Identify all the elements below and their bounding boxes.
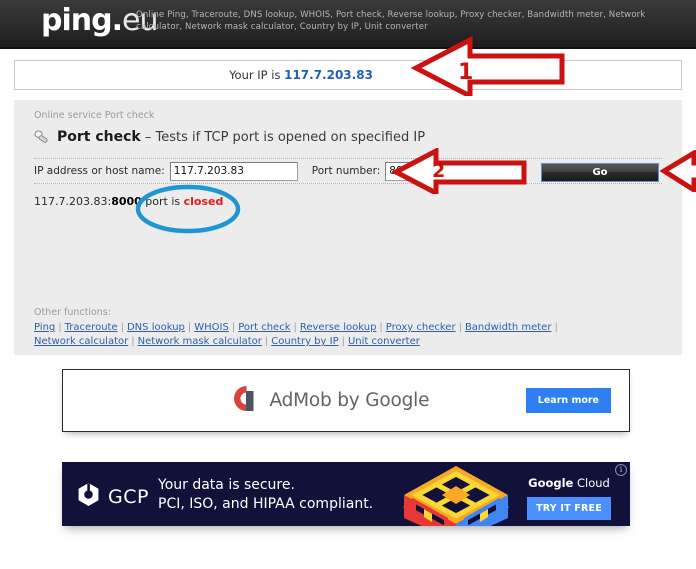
port-check-form: IP address or host name: Port number: Go [34,158,662,184]
plug-magnifier-icon [34,130,51,143]
admob-ad-text: AdMob by Google [269,390,430,411]
ad-info-icon[interactable]: i [615,464,627,476]
annotation-marker-1: 1 [458,60,474,85]
admob-brand-group: AdMob by Google [137,384,526,417]
annotation-marker-2: 2 [432,160,446,182]
go-button-wrapper: Go [541,160,659,182]
logo-word-ping: ping [41,3,113,38]
gcp-brand-text: GCP [108,485,149,508]
link-ping[interactable]: Ping [34,322,55,333]
link-port-check[interactable]: Port check [238,322,290,333]
your-ip-text: Your IP is 117.7.203.83 [229,68,373,82]
panel-breadcrumb: Online service Port check [34,110,155,121]
port-check-result: 117.7.203.83:8000 port is closed [34,195,223,208]
google-cloud-brand-strong: Google [528,476,574,490]
link-separator: | [341,336,345,347]
link-separator: | [264,336,269,347]
try-it-free-button[interactable]: TRY IT FREE [527,497,611,520]
port-input[interactable] [385,161,461,181]
link-reverse-lookup[interactable]: Reverse lookup [300,322,377,333]
gcp-cube-graphic [400,464,512,526]
link-separator: | [293,322,297,333]
link-country-by-ip[interactable]: Country by IP [271,336,338,347]
google-cloud-brand-rest: Cloud [573,476,610,490]
site-header: ping.eu Online Ping, Traceroute, DNS loo… [0,0,696,49]
gcp-ad-banner[interactable]: GCP Your data is secure. PCI, ISO, and H… [62,462,630,526]
admob-ad-inner: AdMob by Google Learn more [63,384,629,417]
your-ip-value: 117.7.203.83 [284,68,373,82]
learn-more-button[interactable]: Learn more [525,388,611,413]
link-separator: | [458,322,462,333]
other-functions: Other functions: Ping | Traceroute | DNS loo… [34,307,654,349]
admob-logo-icon [233,384,260,417]
link-separator: | [131,336,135,347]
other-functions-label: Other functions: [34,307,111,318]
link-separator: | [554,322,558,333]
link-network-mask-calculator[interactable]: Network mask calculator [138,336,262,347]
gcp-brand-group: GCP [76,482,149,511]
logo-dot: . [111,3,123,38]
link-proxy-checker[interactable]: Proxy checker [386,322,456,333]
other-functions-links: Ping | Traceroute | DNS lookup | WHOIS | Port ch… [34,321,654,349]
your-ip-prefix: Your IP is [229,68,285,82]
link-dns-lookup[interactable]: DNS lookup [127,322,185,333]
link-separator: | [187,322,192,333]
gcp-cta-group: Google Cloud TRY IT FREE [516,476,622,520]
your-ip-bar: Your IP is 117.7.203.83 [14,60,682,90]
link-separator: | [120,322,124,333]
site-tagline: Online Ping, Traceroute, DNS lookup, WHO… [136,10,646,32]
link-separator: | [379,322,383,333]
gcp-ad-line-2: PCI, ISO, and HIPAA compliant. [158,496,374,512]
panel-title-strong: Port check [57,129,141,145]
result-middle: port is [141,195,184,208]
panel-title: Port check – Tests if TCP port is opened… [34,129,425,145]
result-state: closed [183,195,224,208]
link-separator: | [58,322,62,333]
admob-ad-banner[interactable]: AdMob by Google Learn more [62,369,630,432]
gcp-ad-copy: Your data is secure. PCI, ISO, and HIPAA… [158,476,373,514]
host-field-label: IP address or host name: [34,165,165,177]
link-bandwidth-meter[interactable]: Bandwidth meter [465,322,552,333]
port-field-label: Port number: [311,165,381,177]
gcp-logo-icon [76,482,101,511]
link-network-calculator[interactable]: Network calculator [34,336,128,347]
host-input[interactable] [169,161,298,181]
port-check-panel: Online service Port check Port check – T… [14,100,682,355]
result-port: 8000 [111,195,142,208]
link-separator: | [231,322,236,333]
link-traceroute[interactable]: Traceroute [65,322,118,333]
link-whois[interactable]: WHOIS [194,322,229,333]
link-unit-converter[interactable]: Unit converter [348,336,420,347]
gcp-ad-line-1: Your data is secure. [158,477,295,493]
go-button[interactable]: Go [541,163,659,182]
google-cloud-brand: Google Cloud [516,476,622,490]
panel-title-rest: – Tests if TCP port is opened on specifi… [140,130,426,145]
result-host: 117.7.203.83: [34,195,112,208]
